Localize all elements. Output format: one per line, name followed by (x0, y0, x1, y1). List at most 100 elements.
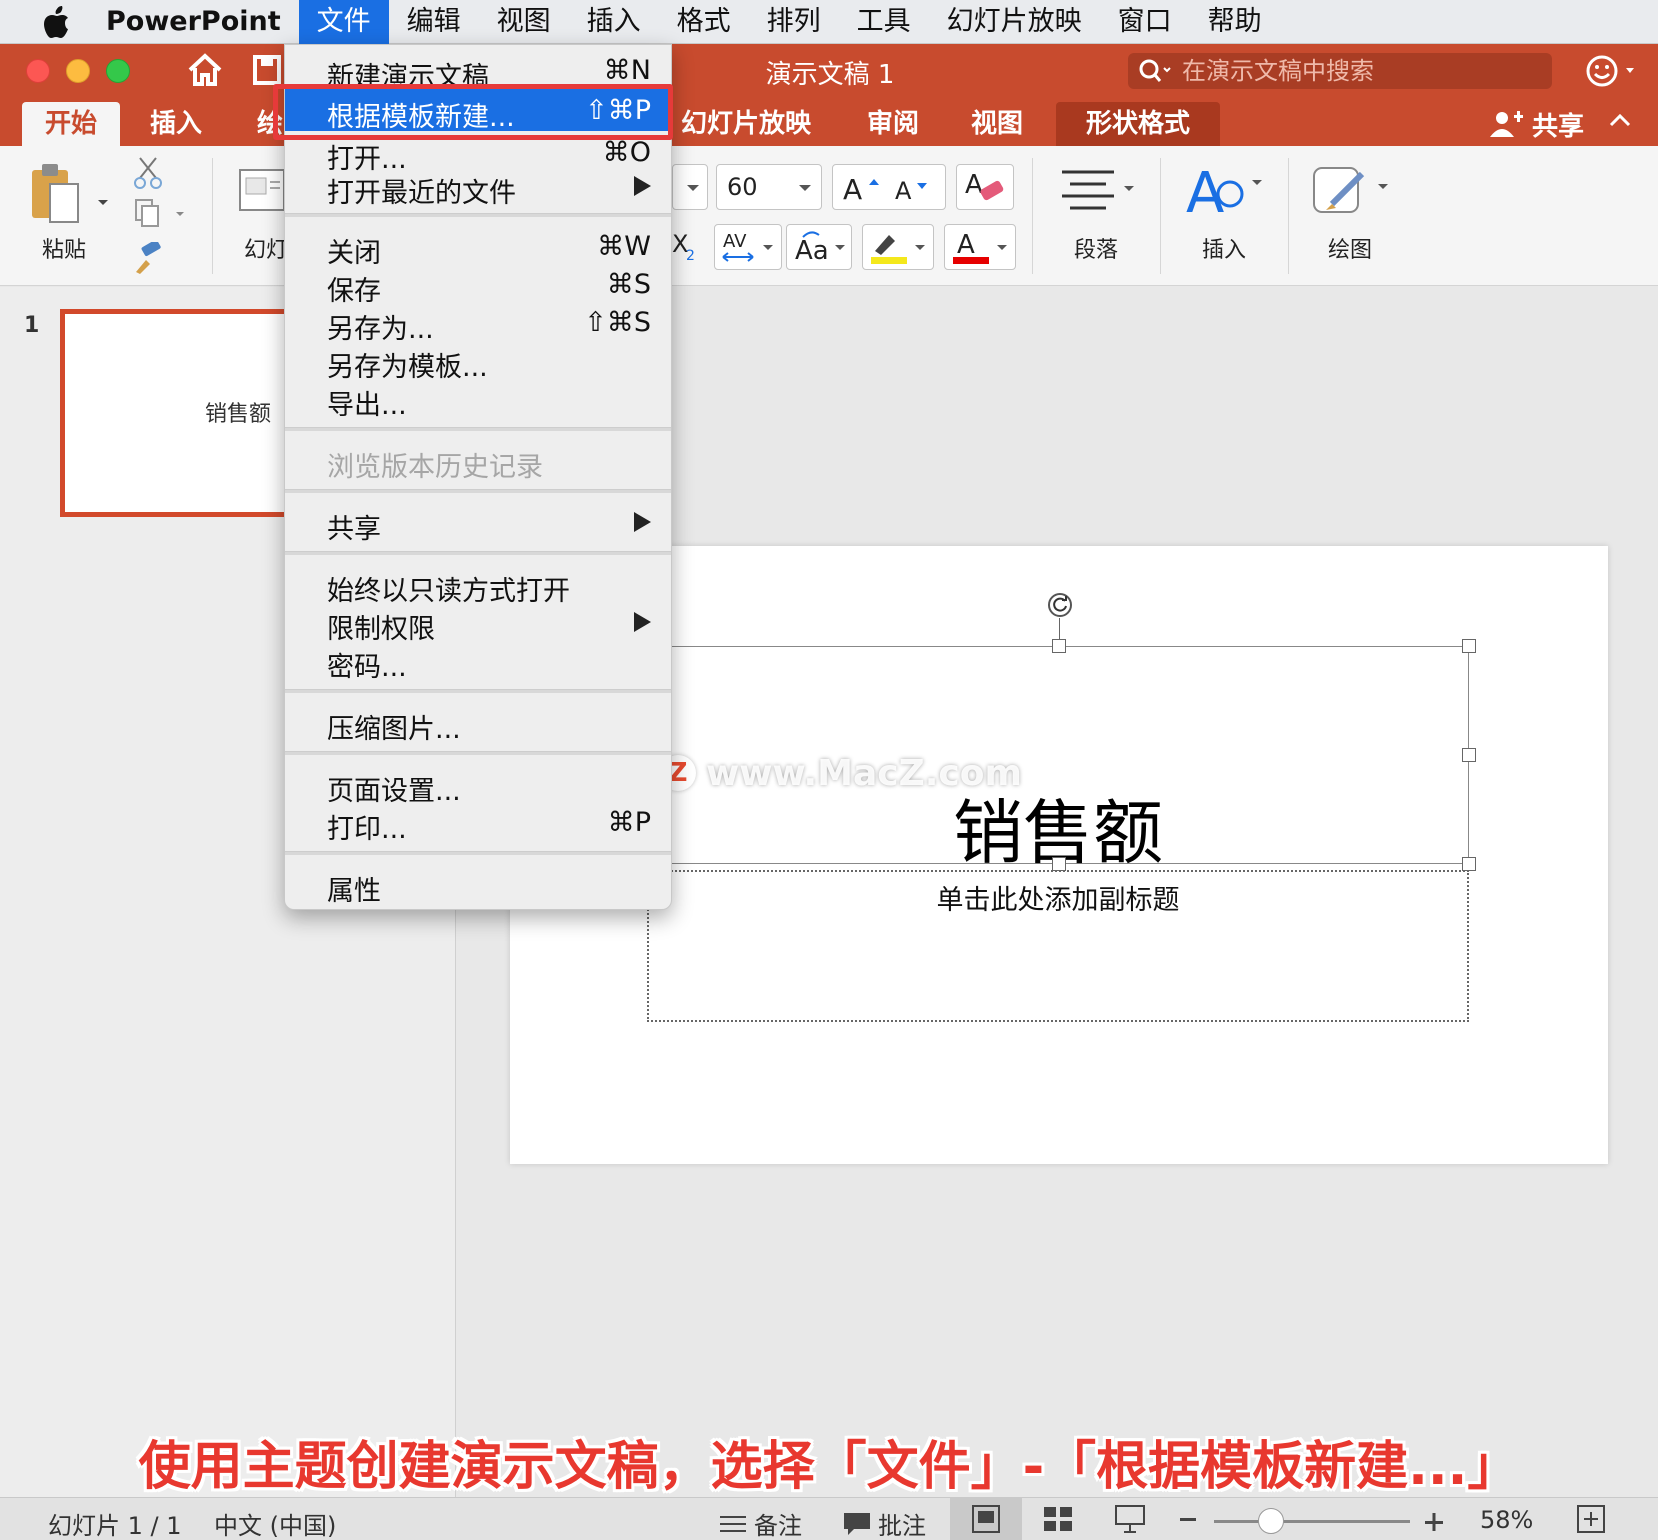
resize-handle[interactable] (1052, 639, 1066, 653)
font-name-dropdown[interactable] (672, 164, 708, 210)
menu-edit[interactable]: 编辑 (389, 0, 479, 44)
tab-home[interactable]: 开始 (22, 102, 120, 146)
menu-slideshow[interactable]: 幻灯片放映 (929, 0, 1100, 44)
menu-insert[interactable]: 插入 (569, 0, 659, 44)
comments-button[interactable]: 批注 (842, 1506, 926, 1540)
share-label: 共享 (1532, 111, 1585, 142)
collapse-ribbon-icon[interactable] (1608, 110, 1632, 134)
menu-item-compress-pictures[interactable]: 压缩图片... (285, 703, 671, 745)
slide-sorter-view-button[interactable] (1042, 1504, 1074, 1540)
zoom-window-button[interactable] (106, 59, 130, 83)
app-menu-powerpoint[interactable]: PowerPoint (84, 0, 299, 44)
smiley-feedback-icon[interactable] (1586, 54, 1642, 92)
svg-text:A: A (895, 177, 912, 205)
tab-shape-format[interactable]: 形状格式 (1056, 102, 1220, 146)
apple-menu-icon[interactable] (28, 0, 84, 44)
subscript-icon[interactable]: X2 (672, 228, 698, 266)
new-slide-label: 幻灯 (244, 238, 289, 263)
ribbon-tabs: 开始 插入 绘 幻灯片放映 审阅 视图 形状格式 共享 (0, 96, 1658, 146)
menu-help[interactable]: 帮助 (1190, 0, 1280, 44)
increase-font-icon[interactable]: A (841, 171, 885, 209)
menu-file[interactable]: 文件 (298, 0, 389, 44)
menu-item-export[interactable]: 导出... (285, 379, 671, 421)
slide-number: 1 (24, 313, 40, 338)
menu-item-restrict-permissions[interactable]: 限制权限 (285, 603, 671, 645)
menu-arrange[interactable]: 排列 (749, 0, 839, 44)
paste-label: 粘贴 (42, 238, 87, 263)
search-box[interactable] (1128, 53, 1552, 89)
notes-icon (720, 1515, 746, 1532)
home-icon[interactable] (186, 52, 224, 92)
fit-window-icon (1577, 1505, 1605, 1533)
svg-text:Aa: Aa (795, 236, 829, 266)
add-person-icon (1490, 111, 1523, 137)
menu-item-open-recent[interactable]: 打开最近的文件 (285, 167, 671, 209)
menu-item-page-setup[interactable]: 页面设置... (285, 765, 671, 807)
file-dropdown-menu: 新建演示文稿 ⌘N 根据模板新建... ⇧⌘P 打开... ⌘O 打开最近的文件… (284, 44, 672, 910)
font-size-field[interactable]: 60 (716, 164, 822, 210)
fit-to-window-button[interactable] (1576, 1504, 1606, 1540)
close-window-button[interactable] (26, 59, 50, 83)
resize-handle[interactable] (1462, 639, 1476, 653)
insert-shapes-icon[interactable]: A (1186, 160, 1266, 226)
paste-icon[interactable] (28, 160, 108, 234)
menu-tools[interactable]: 工具 (839, 0, 929, 44)
subtitle-prompt[interactable]: 单击此处添加副标题 (649, 878, 1467, 917)
change-case-dropdown[interactable]: Aa (786, 224, 852, 270)
slideshow-view-button[interactable] (1114, 1504, 1146, 1540)
normal-view-icon (972, 1505, 1000, 1533)
rotate-handle-icon[interactable] (1047, 592, 1073, 618)
menu-item-save-as[interactable]: 另存为... ⇧⌘S (285, 303, 671, 345)
menu-window[interactable]: 窗口 (1100, 0, 1190, 44)
cut-icon[interactable] (132, 156, 164, 194)
search-input[interactable] (1182, 57, 1542, 85)
subtitle-placeholder[interactable]: 单击此处添加副标题 (647, 870, 1469, 1022)
zoom-slider-handle[interactable] (1258, 1508, 1284, 1534)
tab-review[interactable]: 审阅 (860, 102, 926, 146)
grid-view-icon (1044, 1507, 1072, 1531)
paragraph-icon[interactable] (1058, 166, 1138, 216)
menu-item-password[interactable]: 密码... (285, 641, 671, 683)
menu-item-always-read-only[interactable]: 始终以只读方式打开 (285, 565, 671, 607)
tab-insert[interactable]: 插入 (130, 102, 222, 146)
chevron-down-icon (799, 185, 811, 191)
zoom-out-button[interactable] (1180, 1518, 1196, 1521)
menu-view[interactable]: 视图 (479, 0, 569, 44)
font-color-dropdown[interactable]: A (944, 224, 1016, 270)
minimize-window-button[interactable] (66, 59, 90, 83)
format-painter-icon[interactable] (130, 239, 166, 280)
menu-item-share[interactable]: 共享 (285, 503, 671, 545)
copy-icon[interactable] (132, 198, 192, 232)
resize-handle[interactable] (1462, 748, 1476, 762)
menu-separator (285, 551, 671, 555)
comments-label: 批注 (878, 1512, 926, 1540)
menu-item-print[interactable]: 打印... ⌘P (285, 803, 671, 845)
menu-item-properties[interactable]: 属性 (285, 865, 671, 907)
ribbon-toolbar: 粘贴 幻灯 60 A A A X2 AV Aa A 段落 A 插入 绘图 (0, 146, 1658, 286)
notes-button[interactable]: 备注 (718, 1506, 802, 1540)
zoom-in-button[interactable] (1424, 1510, 1444, 1538)
highlight-color-dropdown[interactable] (862, 224, 934, 270)
slide-count: 幻灯片 1 / 1 (48, 1512, 182, 1540)
slide-canvas[interactable]: 销售额 单击此处添加副标题 (510, 546, 1608, 1164)
resize-handle[interactable] (1462, 857, 1476, 871)
menu-item-close[interactable]: 关闭 ⌘W (285, 227, 671, 269)
tab-view[interactable]: 视图 (964, 102, 1030, 146)
clear-formatting-button[interactable]: A (956, 164, 1014, 210)
normal-view-button[interactable] (950, 1498, 1022, 1540)
zoom-slider[interactable] (1214, 1520, 1410, 1523)
font-color-icon: A (953, 230, 1007, 264)
tab-slideshow[interactable]: 幻灯片放映 (676, 102, 816, 146)
svg-text:A: A (843, 173, 862, 205)
resize-handle[interactable] (1052, 857, 1066, 871)
language-indicator[interactable]: 中文 (中国) (214, 1506, 336, 1540)
share-button[interactable]: 共享 (1488, 104, 1584, 144)
new-slide-icon[interactable] (238, 168, 286, 216)
window-title-bar: 演示文稿 1 (0, 44, 1658, 96)
drawing-icon[interactable] (1312, 164, 1392, 224)
menu-format[interactable]: 格式 (659, 0, 749, 44)
menu-item-save[interactable]: 保存 ⌘S (285, 265, 671, 307)
character-spacing-dropdown[interactable]: AV (714, 224, 782, 270)
menu-item-save-as-template[interactable]: 另存为模板... (285, 341, 671, 383)
decrease-font-icon[interactable]: A (893, 171, 937, 209)
